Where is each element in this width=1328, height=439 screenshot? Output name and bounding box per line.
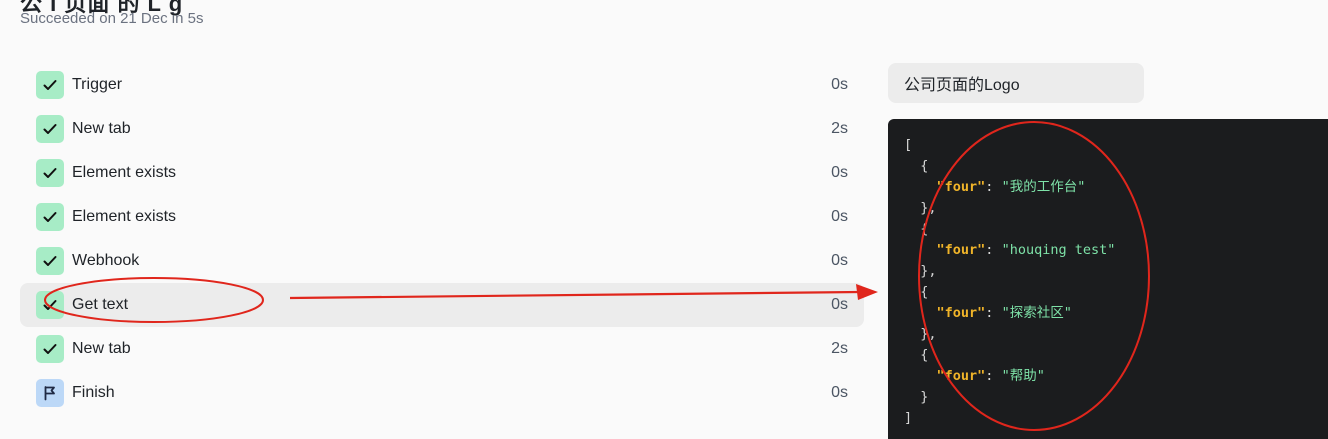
- step-duration: 0s: [831, 164, 848, 181]
- check-icon: [36, 159, 64, 187]
- step-duration: 0s: [831, 296, 848, 313]
- step-row-new-tab-2[interactable]: New tab 2s: [20, 327, 864, 371]
- step-duration: 0s: [831, 252, 848, 269]
- step-label: Element exists: [72, 208, 177, 225]
- json-value: "探索社区": [1001, 305, 1072, 321]
- json-value: "houqing test": [1001, 242, 1116, 258]
- step-row-get-text[interactable]: Get text 0s: [20, 283, 864, 327]
- step-row-trigger[interactable]: Trigger 0s: [20, 63, 864, 107]
- check-icon: [36, 247, 64, 275]
- json-key: "four": [936, 179, 986, 195]
- json-output: [ { "four": "我的工作台" }, { "four": "houqin…: [904, 137, 1116, 426]
- json-key: "four": [936, 368, 986, 384]
- step-row-webhook[interactable]: Webhook 0s: [20, 239, 864, 283]
- step-label: Get text: [72, 296, 129, 313]
- check-icon: [36, 335, 64, 363]
- step-duration: 0s: [831, 76, 848, 93]
- step-label: Webhook: [72, 252, 140, 269]
- step-label: New tab: [72, 120, 131, 137]
- step-duration: 0s: [831, 384, 848, 401]
- step-row-element-exists[interactable]: Element exists 0s: [20, 151, 864, 195]
- step-label: Element exists: [72, 164, 177, 181]
- flag-icon: [36, 379, 64, 407]
- check-icon: [36, 71, 64, 99]
- step-label: Trigger: [72, 76, 123, 93]
- run-status-subtitle: Succeeded on 21 Dec in 5s: [20, 10, 204, 27]
- json-output-panel: [ { "four": "我的工作台" }, { "four": "houqin…: [888, 119, 1328, 439]
- json-value: "帮助": [1001, 368, 1045, 384]
- step-label: New tab: [72, 340, 131, 357]
- json-key: "four": [936, 305, 986, 321]
- step-row-new-tab[interactable]: New tab 2s: [20, 107, 864, 151]
- output-variable-label: 公司页面的Logo: [888, 63, 1144, 103]
- step-label: Finish: [72, 384, 115, 401]
- step-duration: 0s: [831, 208, 848, 225]
- check-icon: [36, 203, 64, 231]
- check-icon: [36, 115, 64, 143]
- step-duration: 2s: [831, 340, 848, 357]
- check-icon: [36, 291, 64, 319]
- step-duration: 2s: [831, 120, 848, 137]
- step-list: Trigger 0s New tab 2s Element exists 0s …: [20, 63, 864, 415]
- step-row-finish[interactable]: Finish 0s: [20, 371, 864, 415]
- step-row-element-exists-2[interactable]: Element exists 0s: [20, 195, 864, 239]
- json-key: "four": [936, 242, 986, 258]
- json-value: "我的工作台": [1001, 179, 1086, 195]
